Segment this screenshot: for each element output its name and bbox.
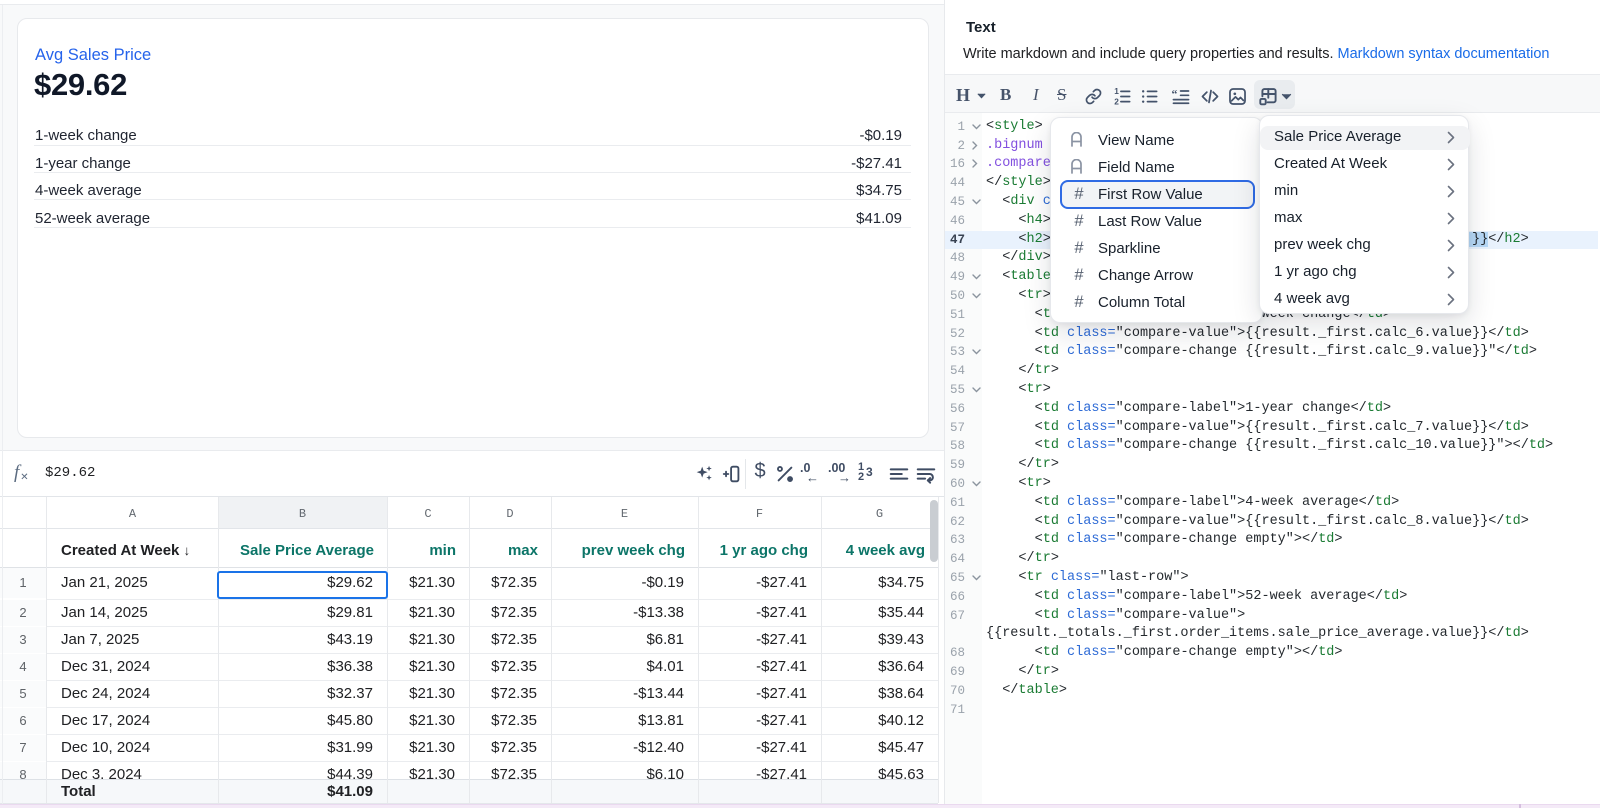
svg-text:1: 1 xyxy=(1114,87,1119,96)
svg-text:2: 2 xyxy=(1114,96,1119,106)
svg-text:“: “ xyxy=(1172,87,1178,101)
